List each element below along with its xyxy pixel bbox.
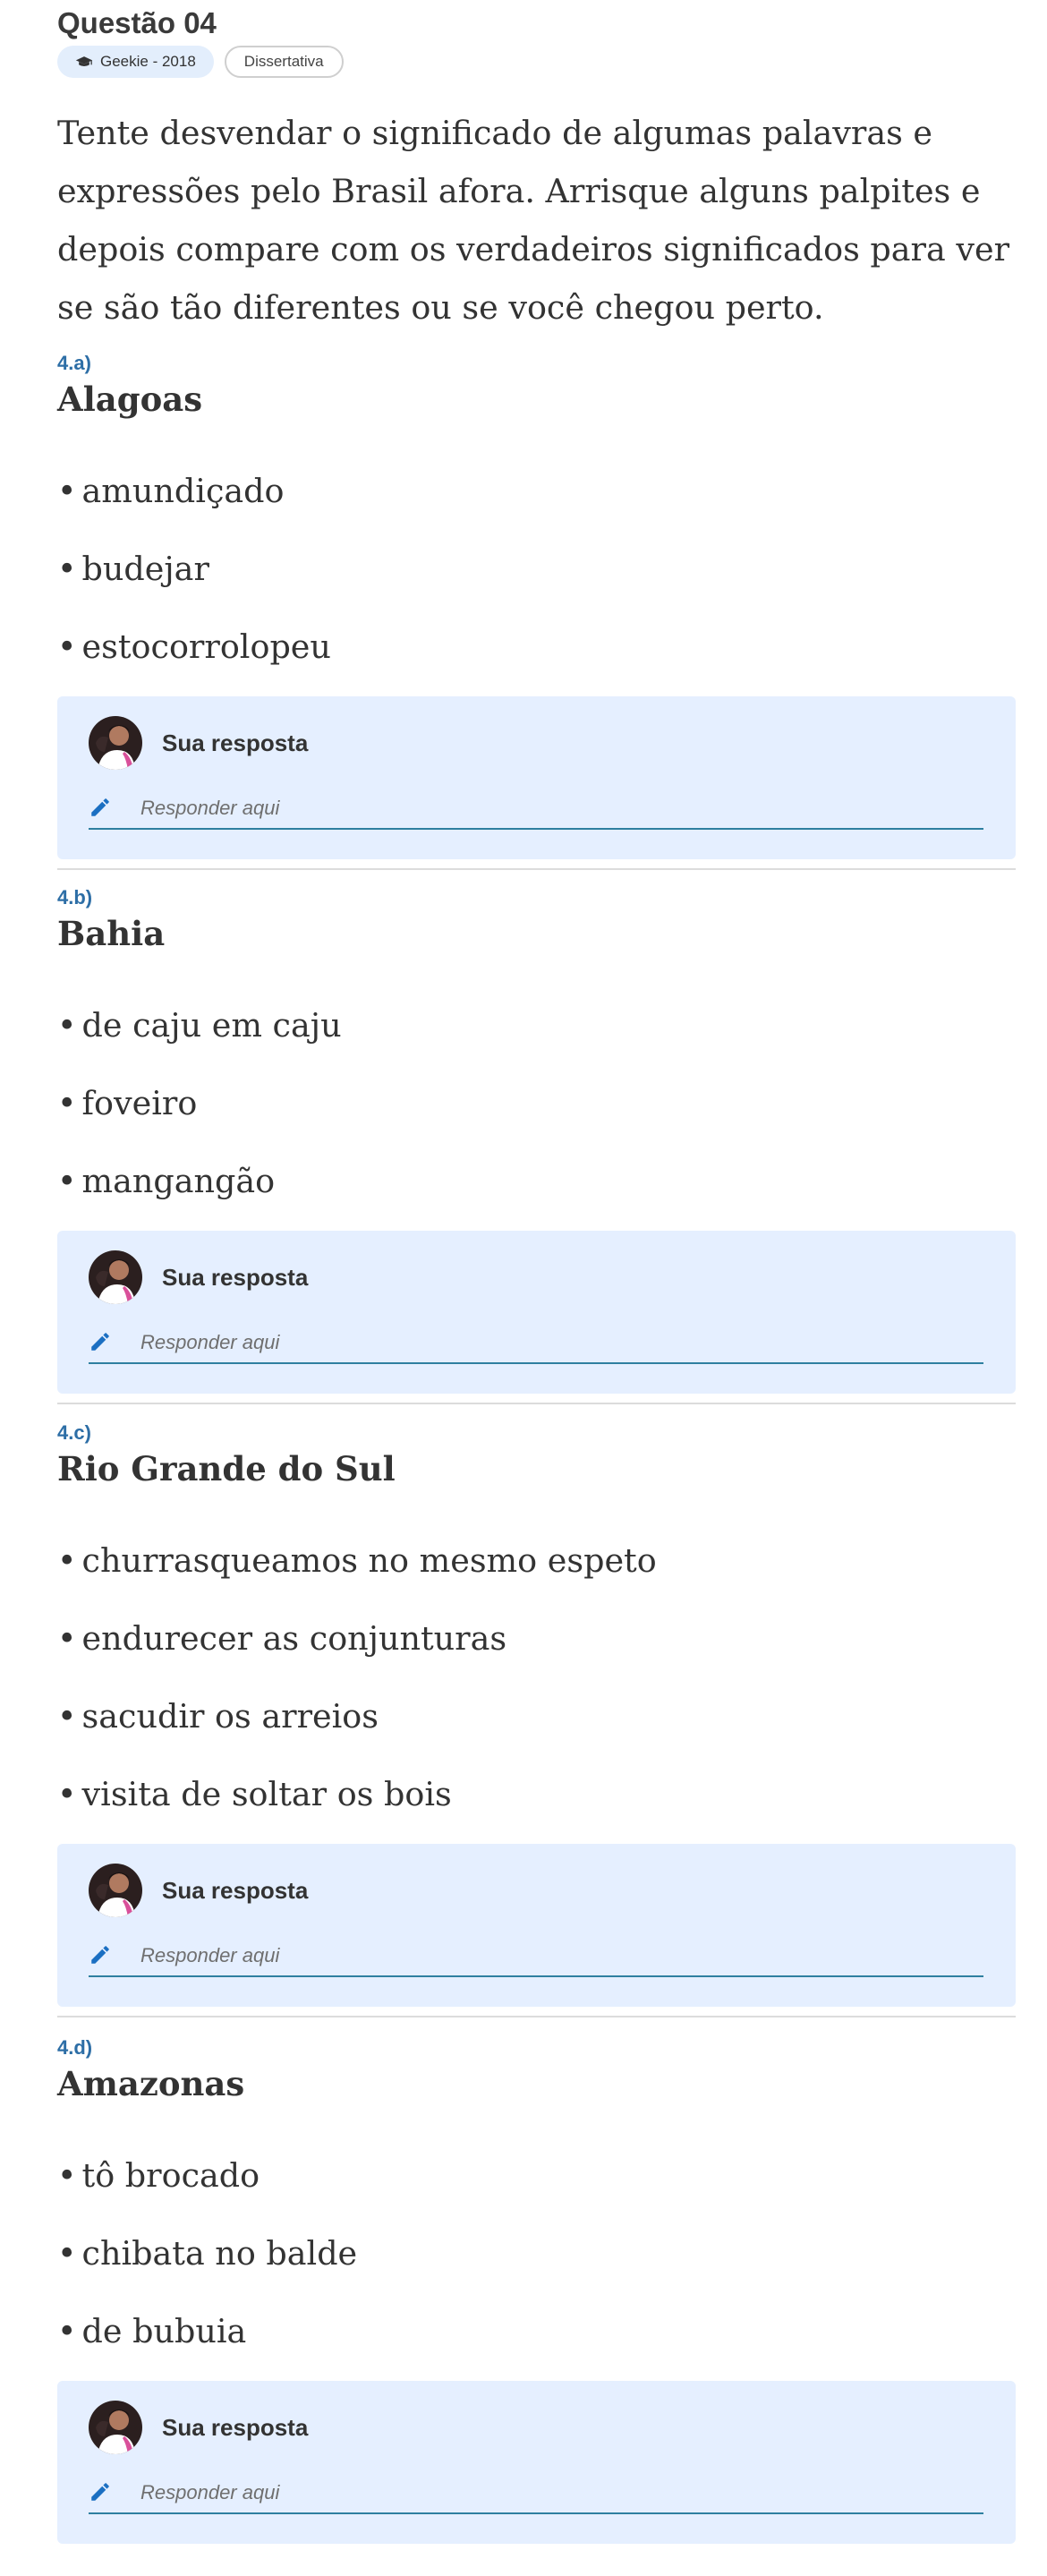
answer-input[interactable] xyxy=(139,792,975,824)
expression-item: • amundiçado xyxy=(57,452,331,530)
source-badge: Geekie - 2018 xyxy=(57,46,214,78)
bullet: • xyxy=(57,1619,77,1658)
expression-text: churrasqueamos no mesmo espeto xyxy=(81,1541,657,1580)
expression-item: • sacudir os arreios xyxy=(57,1677,657,1755)
pencil-icon xyxy=(91,798,109,816)
expression-item: • estocorrolopeu xyxy=(57,608,331,686)
sub-question-title: Rio Grande do Sul xyxy=(57,1449,396,1488)
user-avatar xyxy=(89,2401,142,2454)
bullet: • xyxy=(57,1541,77,1580)
answer-input[interactable] xyxy=(139,2477,975,2509)
expression-item: • chibata no balde xyxy=(57,2214,357,2292)
expression-list: • churrasqueamos no mesmo espeto • endurece… xyxy=(57,1522,657,1833)
answer-box[interactable]: Sua resposta xyxy=(57,1844,1016,2007)
bullet: • xyxy=(57,1162,77,1200)
expression-text: de caju em caju xyxy=(81,1006,342,1045)
pencil-icon xyxy=(91,1333,109,1351)
answer-field[interactable] xyxy=(89,1323,983,1364)
expression-text: tô brocado xyxy=(81,2156,260,2195)
expression-text: estocorrolopeu xyxy=(81,627,331,666)
expression-item: • de caju em caju xyxy=(57,986,342,1064)
bullet: • xyxy=(57,2312,77,2350)
bullet: • xyxy=(57,1006,77,1045)
expression-list: • amundiçado • budejar • estocorrolopeu xyxy=(57,452,331,686)
question-title: Questão 04 xyxy=(57,6,217,39)
avatar-image xyxy=(89,716,142,770)
expression-text: de bubuia xyxy=(81,2312,247,2350)
expression-item: • endurecer as conjunturas xyxy=(57,1599,657,1677)
expression-item: • tô brocado xyxy=(57,2137,357,2214)
expression-text: endurecer as conjunturas xyxy=(81,1619,507,1658)
answer-input[interactable] xyxy=(139,1326,975,1359)
answer-field[interactable] xyxy=(89,2473,983,2514)
avatar-image xyxy=(89,2401,142,2454)
sub-question-title: Alagoas xyxy=(57,380,203,419)
expression-text: visita de soltar os bois xyxy=(81,1775,452,1813)
expression-list: • de caju em caju • foveiro • mangangão xyxy=(57,986,342,1220)
type-badge-label: Dissertativa xyxy=(243,53,324,70)
expression-text: sacudir os arreios xyxy=(81,1697,379,1736)
answer-box[interactable]: Sua resposta xyxy=(57,1231,1016,1394)
answer-box[interactable]: Sua resposta xyxy=(57,2381,1016,2544)
pencil-icon xyxy=(91,2483,109,2501)
sub-question-title: Bahia xyxy=(57,914,166,953)
section-divider xyxy=(57,868,1016,870)
bullet: • xyxy=(57,2234,77,2273)
answer-label: Sua resposta xyxy=(162,1877,309,1904)
answer-field[interactable] xyxy=(89,1936,983,1977)
sub-question-label: 4.b) xyxy=(57,886,93,908)
expression-item: • foveiro xyxy=(57,1064,342,1142)
expression-text: chibata no balde xyxy=(81,2234,358,2273)
expression-text: mangangão xyxy=(81,1162,276,1200)
user-avatar xyxy=(89,1250,142,1304)
expression-text: foveiro xyxy=(81,1084,198,1122)
expression-text: budejar xyxy=(81,550,209,588)
answer-input[interactable] xyxy=(139,1940,975,1972)
bullet: • xyxy=(57,1697,77,1736)
bullet: • xyxy=(57,1084,77,1122)
question-badges: Geekie - 2018 Dissertativa xyxy=(57,46,344,80)
expression-item: • mangangão xyxy=(57,1142,342,1220)
bullet: • xyxy=(57,2156,77,2195)
sub-question-label: 4.c) xyxy=(57,1421,91,1444)
avatar-image xyxy=(89,1864,142,1917)
expression-list: • tô brocado • chibata no balde • de bubuia xyxy=(57,2137,357,2370)
graduation-cap-icon xyxy=(75,56,93,66)
bullet: • xyxy=(57,627,77,666)
expression-item: • de bubuia xyxy=(57,2292,357,2370)
expression-item: • churrasqueamos no mesmo espeto xyxy=(57,1522,657,1599)
section-divider xyxy=(57,1403,1016,1404)
answer-box[interactable]: Sua resposta xyxy=(57,696,1016,859)
question-intro: Tente desvendar o significado de algumas… xyxy=(57,114,1010,327)
answer-label: Sua resposta xyxy=(162,729,309,756)
bullet: • xyxy=(57,1775,77,1813)
type-badge: Dissertativa xyxy=(224,46,344,78)
sub-question-label: 4.a) xyxy=(57,352,91,374)
answer-field[interactable] xyxy=(89,789,983,830)
expression-item: • budejar xyxy=(57,530,331,608)
bullet: • xyxy=(57,472,77,510)
sub-question-title: Amazonas xyxy=(57,2064,245,2103)
user-avatar xyxy=(89,1864,142,1917)
expression-item: • visita de soltar os bois xyxy=(57,1755,657,1833)
source-badge-label: Geekie - 2018 xyxy=(100,53,196,70)
answer-label: Sua resposta xyxy=(162,1264,309,1291)
sub-question-label: 4.d) xyxy=(57,2036,93,2059)
section-divider xyxy=(57,2016,1016,2017)
user-avatar xyxy=(89,716,142,770)
avatar-image xyxy=(89,1250,142,1304)
expression-text: amundiçado xyxy=(81,472,285,510)
bullet: • xyxy=(57,550,77,588)
answer-label: Sua resposta xyxy=(162,2414,309,2441)
pencil-icon xyxy=(91,1946,109,1964)
